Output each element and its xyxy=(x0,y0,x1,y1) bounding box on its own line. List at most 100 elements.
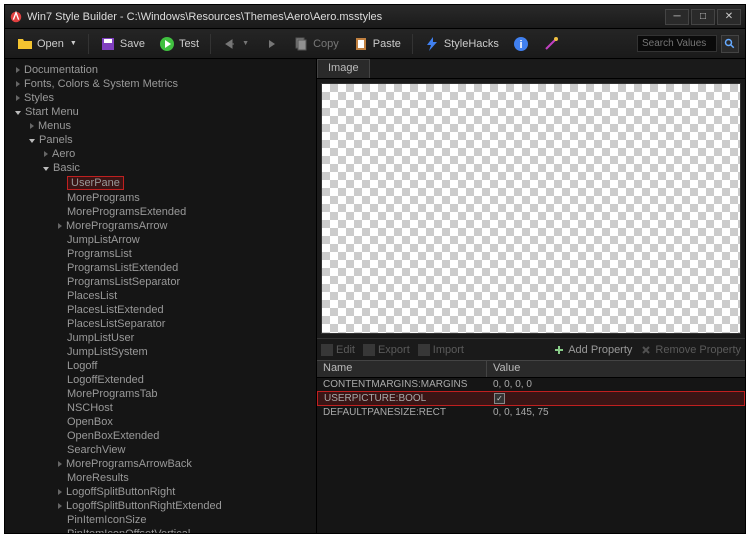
tree-label: MoreProgramsExtended xyxy=(67,206,186,218)
tree-item[interactable]: Logoff xyxy=(5,359,316,373)
tree-label: PlacesListExtended xyxy=(67,304,164,316)
value-column-header[interactable]: Value xyxy=(487,361,745,377)
copy-button[interactable]: Copy xyxy=(287,34,345,54)
separator xyxy=(88,34,89,54)
tree-panel[interactable]: DocumentationFonts, Colors & System Metr… xyxy=(5,59,317,533)
tree-label: PlacesListSeparator xyxy=(67,318,165,330)
copy-icon xyxy=(293,36,309,52)
tree-item[interactable]: LogoffExtended xyxy=(5,373,316,387)
tree-item[interactable]: MorePrograms xyxy=(5,191,316,205)
tree-item[interactable]: JumpListUser xyxy=(5,331,316,345)
name-column-header[interactable]: Name xyxy=(317,361,487,377)
tree-item[interactable]: PinItemIconSize xyxy=(5,513,316,527)
separator xyxy=(210,34,211,54)
tree-item[interactable]: OpenBox xyxy=(5,415,316,429)
tree-item[interactable]: MoreProgramsExtended xyxy=(5,205,316,219)
tree-item[interactable]: MoreProgramsArrowBack xyxy=(5,457,316,471)
save-button[interactable]: Save xyxy=(94,34,151,54)
tree-item[interactable]: PinItemIconOffsetVertical xyxy=(5,527,316,533)
tree-label: Logoff xyxy=(67,360,97,372)
paste-button[interactable]: Paste xyxy=(347,34,407,54)
tree-label: OpenBox xyxy=(67,416,113,428)
tree-item[interactable]: SearchView xyxy=(5,443,316,457)
maximize-button[interactable]: □ xyxy=(691,9,715,25)
open-button[interactable]: Open ▼ xyxy=(11,34,83,54)
image-tab-bar: Image xyxy=(317,59,745,79)
tree-item[interactable]: Documentation xyxy=(5,63,316,77)
search-button[interactable] xyxy=(721,35,739,53)
tree-item[interactable]: Aero xyxy=(5,147,316,161)
add-property-button[interactable]: Add Property xyxy=(553,344,632,356)
svg-text:i: i xyxy=(519,39,522,51)
tree-item[interactable]: NSCHost xyxy=(5,401,316,415)
property-row[interactable]: USERPICTURE:BOOL ✓ xyxy=(317,391,745,406)
property-row[interactable]: DEFAULTPANESIZE:RECT0, 0, 145, 75 xyxy=(317,406,745,419)
property-name: DEFAULTPANESIZE:RECT xyxy=(317,407,487,418)
tree-item[interactable]: MoreResults xyxy=(5,471,316,485)
main-toolbar: Open ▼ Save Test ▼ Copy Paste xyxy=(5,29,745,59)
tree-item[interactable]: PlacesList xyxy=(5,289,316,303)
minimize-button[interactable]: ─ xyxy=(665,9,689,25)
property-header: Name Value xyxy=(317,360,745,378)
tree-item[interactable]: Fonts, Colors & System Metrics xyxy=(5,77,316,91)
tree-item[interactable]: ProgramsList xyxy=(5,247,316,261)
tree-label: Styles xyxy=(24,92,54,104)
tree-label-selected: UserPane xyxy=(67,176,124,190)
tree-item[interactable]: MoreProgramsArrow xyxy=(5,219,316,233)
tree-item[interactable]: JumpListArrow xyxy=(5,233,316,247)
image-tab[interactable]: Image xyxy=(317,59,370,78)
save-icon xyxy=(100,36,116,52)
test-button[interactable]: Test xyxy=(153,34,205,54)
tree-item[interactable]: LogoffSplitButtonRight xyxy=(5,485,316,499)
expand-down-icon xyxy=(15,111,21,115)
tree-item[interactable]: Styles xyxy=(5,91,316,105)
export-property-button[interactable]: Export xyxy=(363,344,410,356)
tree-label: ProgramsListSeparator xyxy=(67,276,180,288)
tree-item[interactable]: PlacesListExtended xyxy=(5,303,316,317)
remove-property-button[interactable]: Remove Property xyxy=(640,344,741,356)
tree-item[interactable]: MoreProgramsTab xyxy=(5,387,316,401)
tree-item[interactable]: Start Menu xyxy=(5,105,316,119)
import-icon xyxy=(418,344,430,356)
tree-item[interactable]: UserPane xyxy=(5,175,316,191)
dropdown-arrow-icon: ▼ xyxy=(242,40,249,47)
property-value-cell: 0, 0, 145, 75 xyxy=(487,407,745,418)
property-name: USERPICTURE:BOOL xyxy=(318,393,488,404)
close-button[interactable]: ✕ xyxy=(717,9,741,25)
tree-label: MoreProgramsTab xyxy=(67,388,157,400)
info-button[interactable]: i xyxy=(507,34,535,54)
redo-button[interactable] xyxy=(257,34,285,54)
stylehacks-button[interactable]: StyleHacks xyxy=(418,34,505,54)
tree-label: ProgramsListExtended xyxy=(67,262,178,274)
property-toolbar: Edit Export Import Add Property Remove P… xyxy=(317,338,745,360)
search-input[interactable] xyxy=(637,35,717,52)
right-panel: Image Edit Export Import Add Property Re… xyxy=(317,59,745,533)
tree-label: SearchView xyxy=(67,444,126,456)
tree-item[interactable]: Basic xyxy=(5,161,316,175)
checkbox-checked-icon[interactable]: ✓ xyxy=(494,393,505,404)
tree-label: PinItemIconOffsetVertical xyxy=(67,528,190,533)
edit-property-button[interactable]: Edit xyxy=(321,344,355,356)
tree-item[interactable]: Menus xyxy=(5,119,316,133)
tree-label: PinItemIconSize xyxy=(67,514,146,526)
expand-right-icon xyxy=(58,223,62,229)
expand-right-icon xyxy=(16,81,20,87)
tree-label: MoreProgramsArrow xyxy=(66,220,167,232)
tree-item[interactable]: Panels xyxy=(5,133,316,147)
redo-icon xyxy=(263,36,279,52)
tree-label: Menus xyxy=(38,120,71,132)
tree-item[interactable]: LogoffSplitButtonRightExtended xyxy=(5,499,316,513)
undo-button[interactable]: ▼ xyxy=(216,34,255,54)
property-grid[interactable]: CONTENTMARGINS:MARGINS0, 0, 0, 0USERPICT… xyxy=(317,378,745,533)
info-icon: i xyxy=(513,36,529,52)
export-icon xyxy=(363,344,375,356)
property-row[interactable]: CONTENTMARGINS:MARGINS0, 0, 0, 0 xyxy=(317,378,745,391)
tree-item[interactable]: PlacesListSeparator xyxy=(5,317,316,331)
tree-item[interactable]: JumpListSystem xyxy=(5,345,316,359)
import-property-button[interactable]: Import xyxy=(418,344,464,356)
tree-item[interactable]: ProgramsListExtended xyxy=(5,261,316,275)
wand-button[interactable] xyxy=(537,34,565,54)
tree-item[interactable]: OpenBoxExtended xyxy=(5,429,316,443)
window-controls: ─ □ ✕ xyxy=(665,9,741,25)
tree-item[interactable]: ProgramsListSeparator xyxy=(5,275,316,289)
